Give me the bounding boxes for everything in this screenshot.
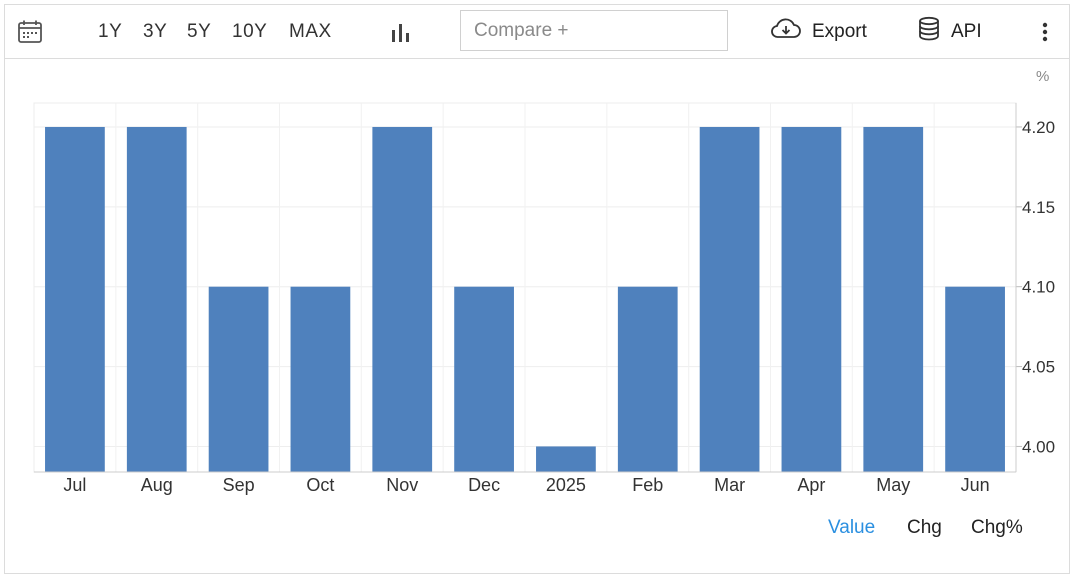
y-tick-label: 4.10: [1022, 278, 1055, 297]
tab-chg[interactable]: Chg: [907, 517, 942, 539]
bar: [454, 286, 514, 472]
tab-chg-percent[interactable]: Chg%: [971, 517, 1023, 539]
tab-value[interactable]: Value: [828, 517, 875, 539]
bar: [781, 126, 842, 473]
x-tick-label: 2025: [546, 475, 586, 495]
x-tick-label: Apr: [797, 475, 825, 495]
x-tick-label: Mar: [714, 475, 745, 495]
x-tick-label: Aug: [141, 475, 173, 495]
x-tick-label: Nov: [386, 475, 418, 495]
x-tick-label: Oct: [306, 475, 334, 495]
x-tick-label: Jul: [63, 475, 86, 495]
y-tick-label: 4.05: [1022, 358, 1055, 377]
x-tick-label: Jun: [961, 475, 990, 495]
bar: [863, 126, 924, 473]
bar: [290, 286, 351, 472]
bar: [45, 126, 105, 473]
x-tick-label: Dec: [468, 475, 500, 495]
bar: [208, 286, 269, 472]
x-tick-label: May: [876, 475, 910, 495]
x-tick-label: Sep: [223, 475, 255, 495]
bar: [617, 286, 678, 472]
bar: [126, 126, 187, 473]
y-tick-label: 4.00: [1022, 437, 1055, 456]
bar: [699, 126, 760, 473]
y-tick-label: 4.15: [1022, 198, 1055, 217]
bar: [536, 446, 596, 472]
bar: [372, 126, 433, 473]
bar-chart: 4.00 4.05 4.10 4.15 4.20 Jul Aug Sep Oct Nov Dec 20…: [33, 102, 1055, 495]
y-tick-label: 4.20: [1022, 118, 1055, 137]
bar: [945, 286, 1005, 472]
x-tick-label: Feb: [632, 475, 663, 495]
